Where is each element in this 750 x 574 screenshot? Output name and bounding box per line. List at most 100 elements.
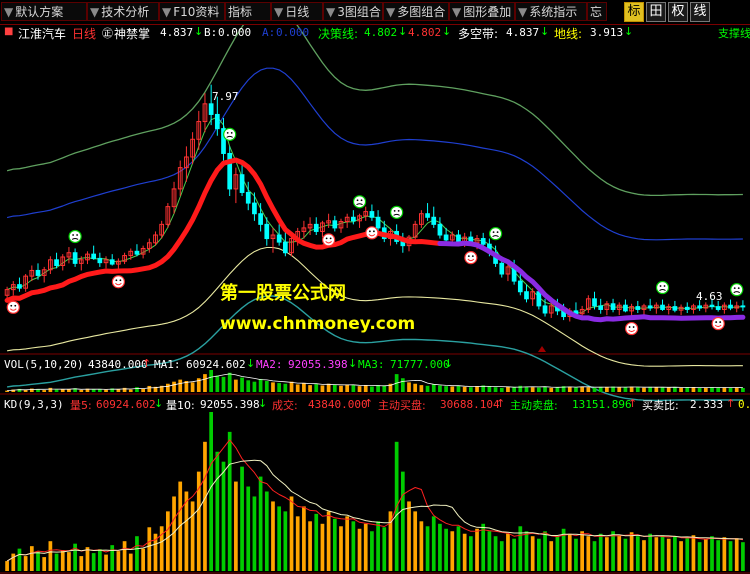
candle-body xyxy=(214,113,220,130)
kd-volume-bar xyxy=(413,511,418,571)
kd-volume-bar xyxy=(54,553,59,571)
face-eye xyxy=(10,304,13,307)
collapse-icon[interactable]: ■ xyxy=(4,26,13,37)
kd-volume-bar xyxy=(524,531,529,571)
face-eye xyxy=(663,285,666,287)
volume-bar xyxy=(543,386,547,392)
kd-volume-bar xyxy=(97,549,102,571)
down-arrow-icon: ↓ xyxy=(540,25,550,38)
volume-bar xyxy=(370,386,374,392)
low-price-label: 4.63 xyxy=(696,290,723,303)
candle-body xyxy=(91,253,97,259)
rights-icon-button[interactable]: 权 xyxy=(668,2,688,22)
l10-label: 量10: xyxy=(166,399,195,412)
dropdown-arrow-icon: ▼ xyxy=(518,5,528,19)
indicator-button[interactable]: 指标 xyxy=(225,2,271,21)
volume-bar xyxy=(258,378,263,392)
period-button[interactable]: ▼ 日线 xyxy=(271,2,323,21)
period-label: 日线 xyxy=(72,27,97,41)
kd-volume-bar xyxy=(598,533,603,571)
candle-body xyxy=(647,305,653,309)
face-eye xyxy=(496,231,499,234)
ma3-value: 71777.000 xyxy=(390,358,450,371)
face-eye xyxy=(397,209,400,212)
ma1-label: MA1: xyxy=(154,358,181,371)
kd-volume-bar xyxy=(246,486,251,571)
line-icon-button[interactable]: 线 xyxy=(690,2,710,22)
kd-volume-bar xyxy=(23,556,28,571)
grid-icon-button[interactable]: 田 xyxy=(646,2,666,22)
kd-volume-bar xyxy=(203,441,207,571)
more-button[interactable]: 忘 xyxy=(587,2,607,21)
face-circle xyxy=(6,300,20,314)
volume-bar xyxy=(654,387,659,392)
kd-volume-bar xyxy=(227,431,232,571)
system-indicator-button[interactable]: ▼ 系统指示 xyxy=(515,2,587,21)
kd-volume-bar xyxy=(642,540,646,571)
kd-volume-bar xyxy=(728,541,733,571)
volume-bar xyxy=(42,390,47,392)
kd-volume-bar xyxy=(264,491,269,571)
kd-volume-bar xyxy=(252,496,257,571)
kd-volume-bar xyxy=(499,541,504,571)
volume-bar xyxy=(741,388,745,392)
volume-bar xyxy=(605,387,609,392)
face-eye xyxy=(226,131,229,134)
volume-bar xyxy=(295,384,300,392)
ma2-value: 92055.398 xyxy=(288,358,348,371)
kd-volume-bar xyxy=(475,528,479,571)
down-arrow-icon: ↓ xyxy=(398,25,408,38)
overlay-button[interactable]: ▼ 图形叠加 xyxy=(449,2,515,21)
kd-volume-bar xyxy=(5,561,9,571)
kd-volume-bar xyxy=(289,496,294,571)
face-eye xyxy=(115,279,118,282)
tag-icon-button[interactable]: 标 xyxy=(624,2,644,22)
volume-bar xyxy=(264,381,269,392)
down-arrow-icon: ↓ xyxy=(348,357,358,370)
candle-body xyxy=(635,306,641,310)
sell-label: 主动卖盘: xyxy=(510,399,558,412)
face-circle xyxy=(730,283,744,297)
a-label: A: xyxy=(262,26,276,39)
kd-volume-bar xyxy=(648,533,653,571)
candle-body xyxy=(672,306,678,311)
volume-bar xyxy=(104,389,108,392)
down-arrow-icon: ↓ xyxy=(442,25,452,38)
kd-volume-bar xyxy=(617,535,622,571)
kd-volume-bar xyxy=(283,511,288,571)
face-eye xyxy=(393,209,396,212)
volume-bar xyxy=(419,385,424,392)
ground-value: 3.913 xyxy=(590,26,624,39)
sell-neutral-face-icon xyxy=(68,229,82,244)
scheme-button[interactable]: ▼ 默认方案 xyxy=(1,2,87,21)
down-arrow-icon: ↓ xyxy=(444,357,454,370)
f10-button[interactable]: ▼ F10资料 xyxy=(159,2,225,21)
face-circle xyxy=(68,229,82,244)
volume-bar xyxy=(252,381,257,392)
kd-volume-bar xyxy=(166,511,170,571)
volume-bar xyxy=(326,383,331,392)
kd-volume-bar xyxy=(654,537,659,571)
three-chart-button[interactable]: ▼ 3图组合 xyxy=(323,2,383,21)
kd-volume-bar xyxy=(444,528,448,571)
volume-bar xyxy=(357,386,362,392)
dropdown-arrow-icon: ▼ xyxy=(4,5,14,19)
kd-volume-bar xyxy=(277,506,282,571)
multi-chart-button[interactable]: ▼ 多图组合 xyxy=(383,2,449,21)
volume-bar xyxy=(673,387,677,392)
upper-blue-band xyxy=(6,67,743,241)
kd-volume-bar xyxy=(85,547,90,571)
candle-body xyxy=(282,241,288,254)
kd-volume-bar xyxy=(605,537,609,571)
volume-bar xyxy=(283,383,288,392)
volume-bar xyxy=(190,382,195,392)
tech-analysis-button[interactable]: ▼ 技术分析 xyxy=(87,2,159,21)
kd-volume-bar xyxy=(419,521,424,571)
kd-volume-bar xyxy=(666,538,671,571)
volume-bar xyxy=(506,386,510,392)
dropdown-arrow-icon: ▼ xyxy=(326,5,336,19)
candle-body xyxy=(276,234,282,243)
face-eye xyxy=(632,326,635,328)
buy-smiley-icon xyxy=(322,233,336,247)
stock-chart[interactable] xyxy=(0,0,750,574)
